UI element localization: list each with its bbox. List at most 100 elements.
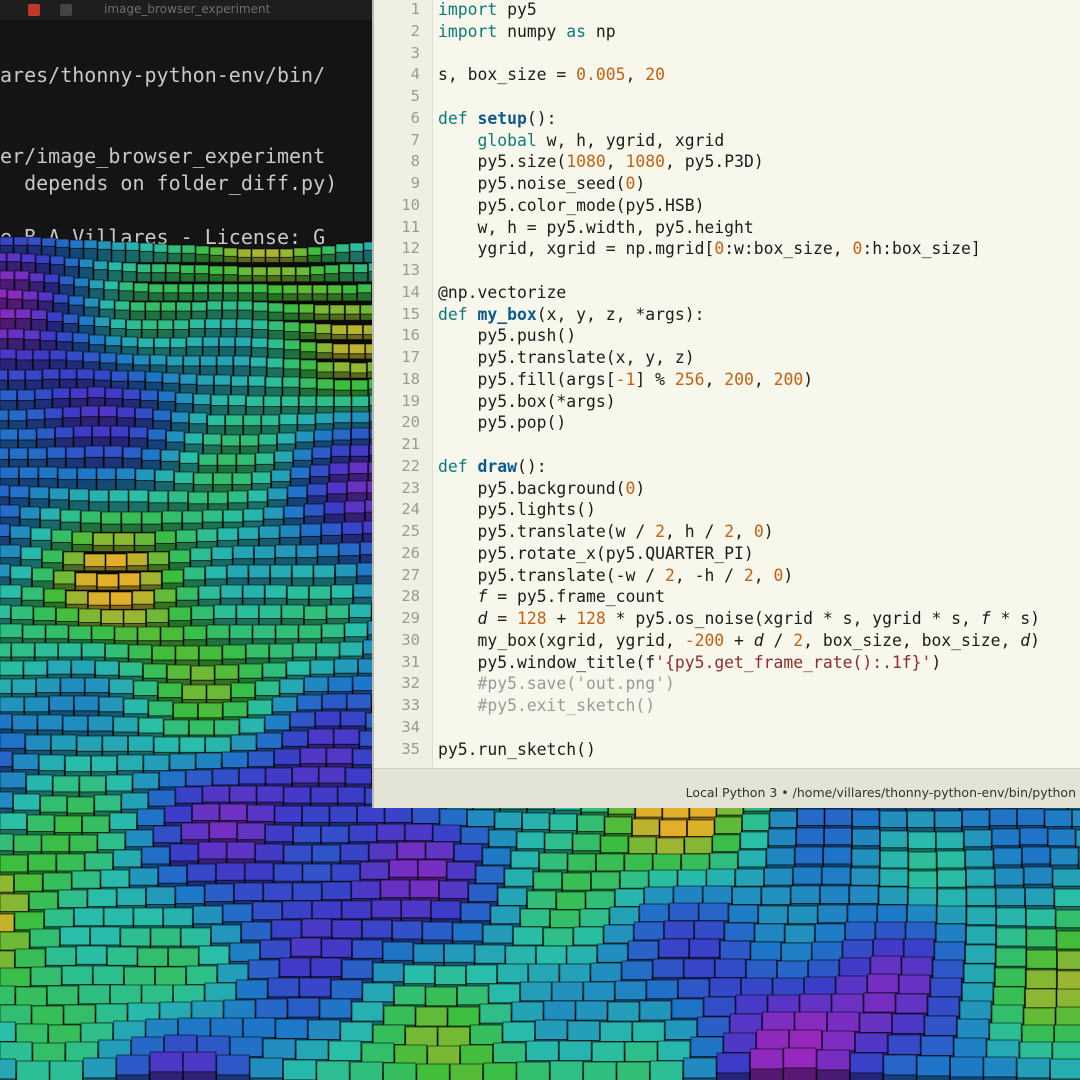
code-line[interactable]: import numpy as np bbox=[438, 22, 616, 41]
code-token: 200 bbox=[773, 369, 804, 389]
code-token: 128 bbox=[576, 609, 606, 628]
code-token: = bbox=[487, 609, 517, 628]
code-token: 0 bbox=[625, 478, 636, 498]
line-number: 34 bbox=[401, 717, 420, 736]
code-line[interactable]: py5.lights() bbox=[438, 500, 595, 519]
code-line[interactable]: py5.box(*args) bbox=[438, 391, 616, 411]
code-line[interactable]: py5.background(0) bbox=[438, 479, 645, 498]
code-token: 0 bbox=[714, 239, 725, 259]
code-token: = py5.frame_count bbox=[487, 587, 665, 607]
code-token: ] % bbox=[635, 369, 675, 389]
code-token: / bbox=[763, 630, 794, 650]
code-token: 200 bbox=[724, 369, 754, 389]
code-token: py5.box(*args) bbox=[438, 391, 616, 411]
code-token: , h / bbox=[664, 522, 725, 541]
code-line[interactable]: def my_box(x, y, z, *args): bbox=[438, 305, 704, 324]
code-line[interactable]: py5.color_mode(py5.HSB) bbox=[438, 196, 704, 215]
line-number: 22 bbox=[401, 456, 420, 475]
code-line[interactable]: py5.translate(w / 2, h / 2, 0) bbox=[438, 522, 774, 541]
code-token: w, h, ygrid, xgrid bbox=[536, 130, 725, 150]
line-number: 19 bbox=[401, 391, 420, 410]
code-token: (): bbox=[526, 108, 557, 128]
code-line[interactable]: py5.noise_seed(0) bbox=[438, 174, 645, 193]
code-line[interactable]: py5.rotate_x(py5.QUARTER_PI) bbox=[438, 544, 753, 563]
code-line[interactable]: my_box(xgrid, ygrid, -200 + d / 2, box_s… bbox=[438, 631, 1040, 650]
code-token: , bbox=[753, 369, 774, 389]
code-line[interactable]: global w, h, ygrid, xgrid bbox=[438, 131, 724, 150]
code-token: + bbox=[546, 609, 577, 628]
code-line[interactable]: py5.run_sketch() bbox=[438, 740, 596, 759]
line-number: 1 bbox=[410, 0, 420, 18]
code-token: ygrid, xgrid = np.mgrid[ bbox=[438, 239, 715, 259]
code-token: 128 bbox=[516, 609, 547, 628]
code-token: 0 bbox=[625, 174, 636, 193]
code-line[interactable]: py5.translate(x, y, z) bbox=[438, 348, 694, 367]
code-line[interactable]: py5.translate(-w / 2, -h / 2, 0) bbox=[438, 566, 793, 585]
code-token: py5.window_title(f bbox=[438, 652, 656, 672]
code-line[interactable]: w, h = py5.width, py5.height bbox=[438, 218, 753, 237]
code-token: (): bbox=[516, 456, 547, 476]
code-line[interactable]: #py5.exit_sketch() bbox=[438, 696, 655, 715]
code-token: numpy bbox=[497, 21, 567, 41]
line-number: 11 bbox=[401, 217, 420, 236]
line-number: 13 bbox=[401, 261, 420, 279]
code-line[interactable]: def setup(): bbox=[438, 109, 556, 128]
code-token: py5.noise_seed( bbox=[438, 174, 626, 193]
code-line[interactable]: py5.push() bbox=[438, 326, 576, 345]
interpreter-status[interactable]: Local Python 3 • /home/villares/thonny-p… bbox=[686, 785, 1076, 800]
code-token: py5.translate(w / bbox=[438, 522, 656, 541]
line-number: 26 bbox=[401, 543, 420, 562]
line-number: 21 bbox=[401, 435, 420, 453]
line-number: 18 bbox=[401, 369, 420, 388]
code-token: ) bbox=[763, 522, 774, 541]
code-token: , bbox=[734, 522, 754, 541]
code-line[interactable]: ygrid, xgrid = np.mgrid[0:w:box_size, 0:… bbox=[438, 239, 981, 259]
status-bar: Local Python 3 • /home/villares/thonny-p… bbox=[374, 768, 1080, 808]
line-number: 35 bbox=[401, 739, 420, 758]
line-number: 2 bbox=[410, 21, 420, 40]
code-token: -1 bbox=[615, 369, 636, 389]
code-line[interactable]: py5.size(1080, 1080, py5.P3D) bbox=[438, 152, 763, 171]
code-token: py5.pop() bbox=[438, 413, 567, 433]
code-token: 0 bbox=[852, 239, 863, 259]
code-token: 0 bbox=[773, 565, 784, 585]
code-token: np bbox=[586, 21, 616, 41]
code-token: global bbox=[477, 130, 537, 150]
code-token: :w:box_size, bbox=[724, 239, 853, 259]
code-token: py5.run_sketch() bbox=[438, 739, 596, 759]
line-number: 29 bbox=[401, 609, 420, 627]
code-line[interactable]: def draw(): bbox=[438, 457, 547, 476]
code-token: 2 bbox=[793, 630, 804, 650]
code-editor[interactable]: 1 2 3 4 5 6 7 8 9 10 11 12 13 14 15 16 17 18 19 20 21 22 23 24 2… bbox=[372, 0, 1080, 808]
line-number: 27 bbox=[401, 565, 420, 584]
code-token: :h:box_size] bbox=[862, 239, 981, 259]
code-token: , bbox=[704, 369, 725, 389]
code-token: py5 bbox=[497, 0, 537, 19]
code-line[interactable]: py5.window_title(f'{py5.get_frame_rate()… bbox=[438, 653, 941, 672]
code-line[interactable]: @np.vectorize bbox=[438, 283, 566, 302]
line-number: 10 bbox=[401, 195, 420, 214]
code-line[interactable]: d = 128 + 128 * py5.os_noise(xgrid * s, … bbox=[438, 609, 1040, 628]
code-line[interactable]: f = py5.frame_count bbox=[438, 587, 665, 606]
code-token: ) bbox=[1030, 630, 1041, 650]
interpreter-name: Local Python 3 bbox=[685, 785, 778, 800]
line-number: 31 bbox=[401, 652, 420, 671]
code-token: f bbox=[477, 587, 488, 607]
line-number: 20 bbox=[401, 413, 420, 432]
line-number: 17 bbox=[401, 348, 420, 366]
code-token: , -h / bbox=[674, 565, 744, 585]
code-line[interactable]: py5.fill(args[-1] % 256, 200, 200) bbox=[438, 370, 813, 389]
code-line[interactable]: s, box_size = 0.005, 20 bbox=[438, 65, 665, 84]
code-line[interactable]: #py5.save('out.png') bbox=[438, 674, 674, 693]
line-number: 23 bbox=[401, 478, 420, 497]
line-number: 15 bbox=[401, 304, 420, 323]
code-token: , bbox=[753, 565, 774, 585]
code-line[interactable]: py5.pop() bbox=[438, 413, 566, 432]
code-token: 0.005 bbox=[576, 65, 626, 85]
code-line[interactable]: import py5 bbox=[438, 0, 537, 19]
